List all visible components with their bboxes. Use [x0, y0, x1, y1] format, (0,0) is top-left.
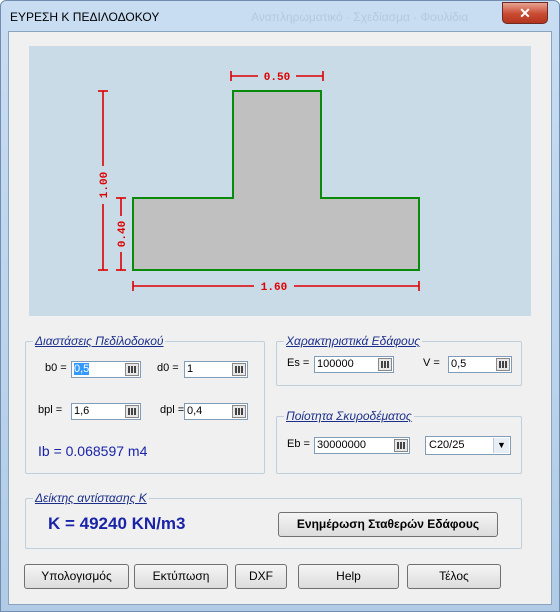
- k-group-title: Δείκτης αντίστασης Κ: [33, 491, 149, 505]
- eb-label: Eb =: [287, 438, 310, 450]
- eb-input[interactable]: 30000000: [314, 437, 410, 454]
- help-button[interactable]: Help: [298, 564, 399, 589]
- es-value: 100000: [317, 358, 354, 370]
- eb-value: 30000000: [317, 439, 366, 451]
- geometry-group-title: Διαστάσεις Πεδίλοδοκού: [33, 334, 166, 348]
- dxf-button[interactable]: DXF: [235, 564, 287, 589]
- es-label: Es =: [287, 357, 310, 369]
- window-title: ΕΥΡΕΣΗ Κ ΠΕΔΙΛΟΔΟΚΟΥ: [10, 10, 160, 24]
- geometry-group: Διαστάσεις Πεδίλοδοκού b0 = 0,5 d0 = 1 b…: [25, 334, 265, 474]
- concrete-group-title: Ποίοτητα Σκυροδέματος: [284, 409, 414, 423]
- chevron-down-icon[interactable]: ▼: [493, 438, 509, 453]
- concrete-grade-value: C20/25: [429, 439, 465, 451]
- section-drawing: 0.50 1.00 0.40 1.60: [29, 46, 531, 316]
- bpl-input[interactable]: 1,6: [71, 403, 141, 420]
- dim-top-label: 0.50: [264, 72, 290, 84]
- es-input[interactable]: 100000: [314, 356, 394, 373]
- title-bar[interactable]: ΕΥΡΕΣΗ Κ ΠΕΔΙΛΟΔΟΚΟΥ Αναπληρωματικό · Σχ…: [1, 1, 559, 31]
- v-input[interactable]: 0,5: [448, 356, 512, 373]
- b0-value: 0,5: [74, 363, 90, 375]
- background-window-title: Αναπληρωματικό · Σχεδίασμα · Φουλίδια: [251, 10, 469, 24]
- dim-left-total-label: 1.00: [99, 172, 111, 198]
- bpl-value: 1,6: [74, 405, 90, 417]
- d0-label: d0 =: [157, 362, 179, 374]
- b0-label: b0 =: [45, 362, 67, 374]
- end-button[interactable]: Τέλος: [407, 564, 501, 589]
- eb-calculator-icon[interactable]: [394, 439, 408, 452]
- dpl-input[interactable]: 0,4: [184, 403, 248, 420]
- k-result: K = 49240 KN/m3: [48, 514, 186, 533]
- es-calculator-icon[interactable]: [378, 358, 392, 371]
- update-soil-constants-button[interactable]: Ενημέρωση Σταθερών Εδάφους: [278, 512, 498, 537]
- dialog-client-area: 0.50 1.00 0.40 1.60 Διαστάσεις Πεδίλοδοκ…: [8, 31, 552, 605]
- k-group: Δείκτης αντίστασης Κ K = 49240 KN/m3 Ενη…: [25, 491, 522, 549]
- concrete-grade-select[interactable]: C20/25 ▼: [425, 436, 511, 455]
- dim-left-flange-label: 0.40: [117, 221, 129, 247]
- dpl-calculator-icon[interactable]: [232, 405, 246, 418]
- tee-section-svg: 0.50 1.00 0.40 1.60: [96, 69, 420, 294]
- tee-section-shape: [132, 90, 420, 271]
- dpl-label: dpl =: [160, 404, 185, 416]
- dim-bottom-label: 1.60: [261, 282, 287, 294]
- d0-calculator-icon[interactable]: [232, 363, 246, 376]
- d0-input[interactable]: 1: [184, 361, 248, 378]
- b0-calculator-icon[interactable]: [125, 363, 139, 376]
- print-button[interactable]: Εκτύπωση: [134, 564, 228, 589]
- dpl-value: 0,4: [187, 405, 203, 417]
- v-label: V =: [423, 357, 440, 369]
- d0-value: 1: [187, 363, 194, 375]
- bpl-label: bpl =: [38, 404, 63, 416]
- soil-group: Χαρακτηριστικά Εδάφους Es = 100000 V = 0…: [276, 334, 522, 386]
- calculate-button[interactable]: Υπολογισμός: [24, 564, 129, 589]
- close-button[interactable]: ✕: [502, 2, 548, 24]
- inertia-result: Ib = 0.068597 m4: [38, 443, 148, 459]
- dialog-window: ΕΥΡΕΣΗ Κ ΠΕΔΙΛΟΔΟΚΟΥ Αναπληρωματικό · Σχ…: [0, 0, 560, 612]
- soil-group-title: Χαρακτηριστικά Εδάφους: [284, 334, 423, 348]
- bpl-calculator-icon[interactable]: [125, 405, 139, 418]
- v-calculator-icon[interactable]: [496, 358, 510, 371]
- b0-input[interactable]: 0,5: [71, 361, 141, 378]
- concrete-group: Ποίοτητα Σκυροδέματος Eb = 30000000 C20/…: [276, 409, 522, 474]
- v-value: 0,5: [451, 358, 467, 370]
